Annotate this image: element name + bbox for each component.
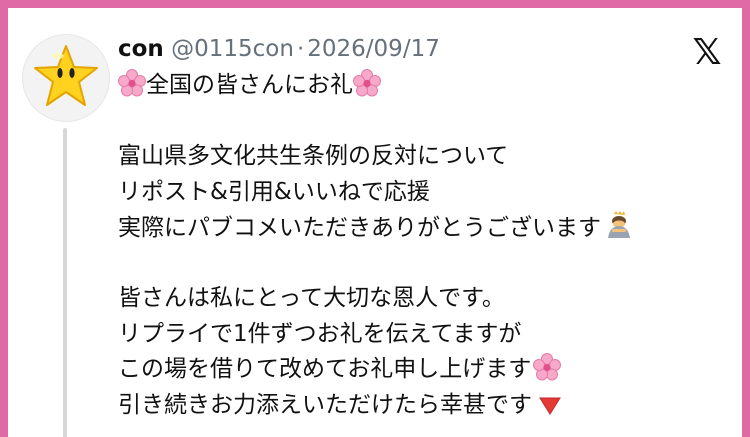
body-line-text: 引き続きお力添えいただけたら幸甚です — [118, 391, 532, 418]
thread-line — [63, 128, 67, 437]
cherry-blossom-icon — [118, 69, 146, 97]
red-triangle-down-icon — [539, 397, 561, 415]
cherry-blossom-icon — [533, 353, 562, 381]
body-line: 引き続きお力添えいただけたら幸甚です — [118, 388, 728, 424]
bowing-person-icon — [608, 211, 630, 238]
body-line-text: この場を借りて改めてお礼申し上げます — [118, 356, 532, 382]
body-line: 皆さんは私にとって大切な恩人です。 — [118, 285, 505, 311]
body-line: 実際にパブコメいただきありがとうございます — [118, 210, 728, 246]
body-line: 富山県多文化共生条例の反対について — [118, 143, 509, 169]
body-line: リプライで1件ずつお礼を伝えてますが — [118, 320, 522, 347]
post-body: 全国の皆さんにお礼 富山県多文化共生条例の反対について リポスト&引用&いいねで… — [118, 68, 728, 423]
body-line: リポスト&引用&いいねで応援 — [118, 178, 430, 205]
x-logo-icon[interactable]: 𝕏 — [690, 35, 724, 71]
post-card[interactable]: con @0115con · 2026/09/17 𝕏 全国の皆さんにお礼 富山… — [8, 8, 742, 437]
avatar[interactable] — [22, 34, 110, 122]
post-title: 全国の皆さんにお礼 — [146, 72, 353, 98]
post-date[interactable]: 2026/09/17 — [307, 36, 440, 62]
body-line: この場を借りて改めてお礼申し上げます — [118, 352, 728, 388]
author-name[interactable]: con — [118, 36, 164, 62]
star-avatar-icon — [34, 45, 98, 106]
body-line-text: 実際にパブコメいただきありがとうございます — [118, 215, 601, 241]
separator-dot: · — [296, 36, 305, 62]
post-header: con @0115con · 2026/09/17 — [118, 34, 440, 64]
post-title-line: 全国の皆さんにお礼 — [118, 68, 728, 104]
author-handle[interactable]: @0115con — [171, 36, 294, 62]
cherry-blossom-icon — [353, 69, 381, 97]
